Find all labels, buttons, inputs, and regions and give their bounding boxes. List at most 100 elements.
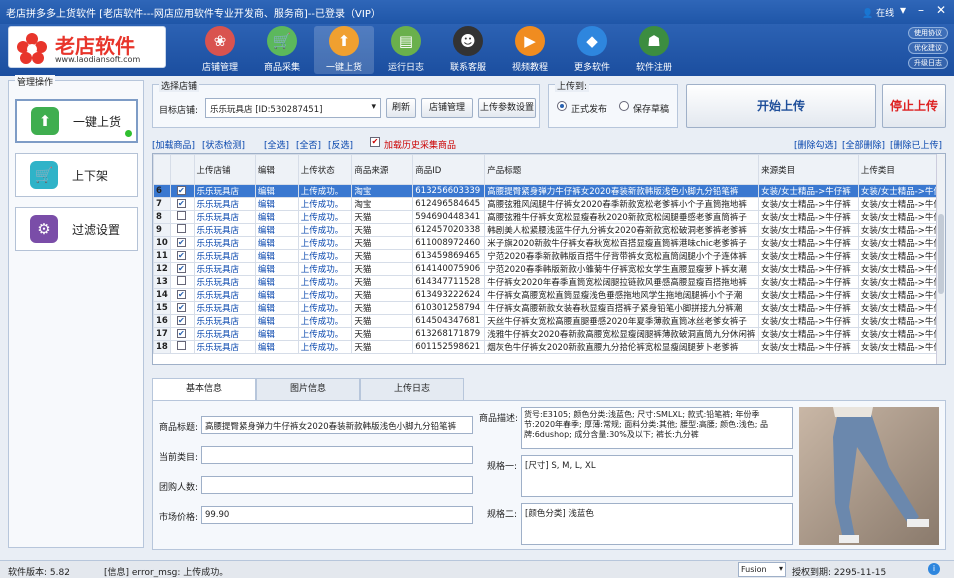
table-row[interactable]: 13乐乐玩具店编辑上传成功。天猫614347711528牛仔裤女2020年春季直… [154, 276, 945, 289]
delete-all-link[interactable]: [全部删除] [842, 138, 885, 151]
toolbar-item-2[interactable]: ⬆一键上货 [314, 26, 374, 74]
table-row[interactable]: 9乐乐玩具店编辑上传成功。天猫612457020338韩剧美人松紧腰浅蓝牛仔九分… [154, 224, 945, 237]
checkbox-box[interactable] [177, 341, 186, 350]
toolbar-item-3[interactable]: ▤运行日志 [376, 26, 436, 74]
table-row[interactable]: 17✔乐乐玩具店编辑上传成功。天猫613268171879浅雅牛仔裤女2020春… [154, 328, 945, 341]
cell-edit[interactable]: 编辑 [255, 328, 298, 341]
title-field[interactable]: 高腰提臀紧身弹力牛仔裤女2020春装新款韩版浅色小脚九分铅笔裤 [201, 416, 473, 434]
one-click-upload-button[interactable]: ⬆ 一键上货 [15, 99, 138, 143]
row-checkbox[interactable]: ✔ [170, 289, 194, 302]
store-select[interactable]: 乐乐玩具店 [ID:530287451] ▾ [205, 98, 381, 118]
history-checkbox[interactable]: ✔ [370, 137, 380, 147]
toolbar-item-5[interactable]: ▶视频教程 [500, 26, 560, 74]
agreement-button[interactable]: 使用协议 [908, 27, 948, 39]
row-checkbox[interactable] [170, 341, 194, 354]
column-header[interactable]: 商品ID [413, 155, 485, 185]
spec1-field[interactable]: [尺寸] S, M, L, XL [521, 455, 793, 497]
description-field[interactable]: 货号:E3105; 颜色分类:浅蓝色; 尺寸:SMLXL; 款式:铅笔裤; 年份… [521, 407, 793, 449]
shelf-button[interactable]: 🛒 上下架 [15, 153, 138, 197]
checkbox-box[interactable]: ✔ [177, 238, 186, 247]
toolbar-item-4[interactable]: ☻联系客服 [438, 26, 498, 74]
table-row[interactable]: 7✔乐乐玩具店编辑上传成功。淘宝612496584645高腰弦雅风阔腿牛仔裤女2… [154, 198, 945, 211]
row-checkbox[interactable]: ✔ [170, 250, 194, 263]
row-checkbox[interactable] [170, 276, 194, 289]
price-field[interactable]: 99.90 [201, 506, 473, 524]
close-icon[interactable]: ✕ [936, 3, 946, 17]
table-scrollbar[interactable] [936, 154, 945, 365]
changelog-button[interactable]: 升级日志 [908, 57, 948, 69]
spec2-field[interactable]: [颜色分类] 浅蓝色 [521, 503, 793, 545]
cell-edit[interactable]: 编辑 [255, 341, 298, 354]
checkbox-box[interactable]: ✔ [177, 264, 186, 273]
menu-dropdown-icon[interactable]: ▾ [900, 3, 906, 17]
load-products-link[interactable]: [加载商品] [152, 138, 195, 151]
checkbox-box[interactable] [177, 224, 186, 233]
table-row[interactable]: 11✔乐乐玩具店编辑上传成功。天猫613459869465宁范2020春季新款韩… [154, 250, 945, 263]
table-row[interactable]: 8乐乐玩具店编辑上传成功。天猫594690448341高腰弦雅牛仔裤女宽松显瘦春… [154, 211, 945, 224]
toolbar-item-1[interactable]: 🛒商品采集 [252, 26, 312, 74]
status-check-link[interactable]: [状态检测] [202, 138, 245, 151]
toolbar-item-0[interactable]: ❀店铺管理 [190, 26, 250, 74]
store-manage-button[interactable]: 店铺管理 [421, 98, 473, 118]
column-header[interactable]: 产品标题 [485, 155, 759, 185]
tab-basic-info[interactable]: 基本信息 [152, 378, 256, 400]
checkbox-box[interactable]: ✔ [177, 316, 186, 325]
cell-edit[interactable]: 编辑 [255, 198, 298, 211]
radio-formal[interactable] [557, 101, 567, 111]
row-checkbox[interactable]: ✔ [170, 328, 194, 341]
delete-uploaded-link[interactable]: [删除已上传] [890, 138, 942, 151]
cell-edit[interactable]: 编辑 [255, 276, 298, 289]
column-header[interactable]: 上传状态 [298, 155, 352, 185]
cell-edit[interactable]: 编辑 [255, 315, 298, 328]
invert-selection-link[interactable]: [反选] [328, 138, 353, 151]
refresh-button[interactable]: 刷新 [386, 98, 416, 118]
filter-settings-button[interactable]: ⚙ 过滤设置 [15, 207, 138, 251]
row-checkbox[interactable] [170, 211, 194, 224]
table-row[interactable]: 12✔乐乐玩具店编辑上传成功。天猫614140075906宁范2020春季韩版新… [154, 263, 945, 276]
column-header[interactable]: 来源类目 [759, 155, 859, 185]
stop-upload-button[interactable]: 停止上传 [882, 84, 946, 128]
select-none-link[interactable]: [全否] [296, 138, 321, 151]
table-row[interactable]: 15✔乐乐玩具店编辑上传成功。天猫610301258794牛仔裤女高腰新款女装春… [154, 302, 945, 315]
checkbox-box[interactable]: ✔ [177, 251, 186, 260]
cell-edit[interactable]: 编辑 [255, 224, 298, 237]
select-all-link[interactable]: [全选] [264, 138, 289, 151]
online-status[interactable]: 👤 在线 [862, 6, 894, 19]
cell-edit[interactable]: 编辑 [255, 211, 298, 224]
row-checkbox[interactable]: ✔ [170, 237, 194, 250]
info-icon[interactable]: i [928, 563, 940, 575]
row-checkbox[interactable]: ✔ [170, 263, 194, 276]
table-row[interactable]: 10✔乐乐玩具店编辑上传成功。天猫611008972460米子旗2020新款牛仔… [154, 237, 945, 250]
cell-edit[interactable]: 编辑 [255, 237, 298, 250]
table-row[interactable]: 18乐乐玩具店编辑上传成功。天猫601152598621烟灰色牛仔裤女2020新… [154, 341, 945, 354]
category-field[interactable] [201, 446, 473, 464]
table-row[interactable]: 14✔乐乐玩具店编辑上传成功。天猫613493222624牛仔裤女高腰宽松直筒显… [154, 289, 945, 302]
minimize-icon[interactable]: – [918, 3, 924, 17]
table-row[interactable]: 6✔乐乐玩具店编辑上传成功。淘宝613256603339高腰提臀紧身弹力牛仔裤女… [154, 185, 945, 198]
cell-edit[interactable]: 编辑 [255, 302, 298, 315]
cell-edit[interactable]: 编辑 [255, 263, 298, 276]
column-header[interactable] [170, 155, 194, 185]
checkbox-box[interactable] [177, 211, 186, 220]
tab-image-info[interactable]: 图片信息 [256, 378, 360, 400]
start-upload-button[interactable]: 开始上传 [686, 84, 876, 128]
radio-draft[interactable] [619, 101, 629, 111]
checkbox-box[interactable]: ✔ [177, 329, 186, 338]
row-checkbox[interactable]: ✔ [170, 198, 194, 211]
column-header[interactable] [154, 155, 171, 185]
checkbox-box[interactable]: ✔ [177, 290, 186, 299]
tab-upload-log[interactable]: 上传日志 [360, 378, 464, 400]
checkbox-box[interactable]: ✔ [177, 186, 186, 195]
cell-edit[interactable]: 编辑 [255, 250, 298, 263]
checkbox-box[interactable]: ✔ [177, 199, 186, 208]
column-header[interactable]: 商品来源 [352, 155, 413, 185]
checkbox-box[interactable]: ✔ [177, 303, 186, 312]
theme-select[interactable]: Fusion▾ [738, 562, 786, 577]
column-header[interactable]: 编辑 [255, 155, 298, 185]
suggestion-button[interactable]: 优化建议 [908, 42, 948, 54]
toolbar-item-6[interactable]: ◆更多软件 [562, 26, 622, 74]
checkbox-box[interactable] [177, 276, 186, 285]
cell-edit[interactable]: 编辑 [255, 185, 298, 198]
row-checkbox[interactable]: ✔ [170, 315, 194, 328]
cell-edit[interactable]: 编辑 [255, 289, 298, 302]
